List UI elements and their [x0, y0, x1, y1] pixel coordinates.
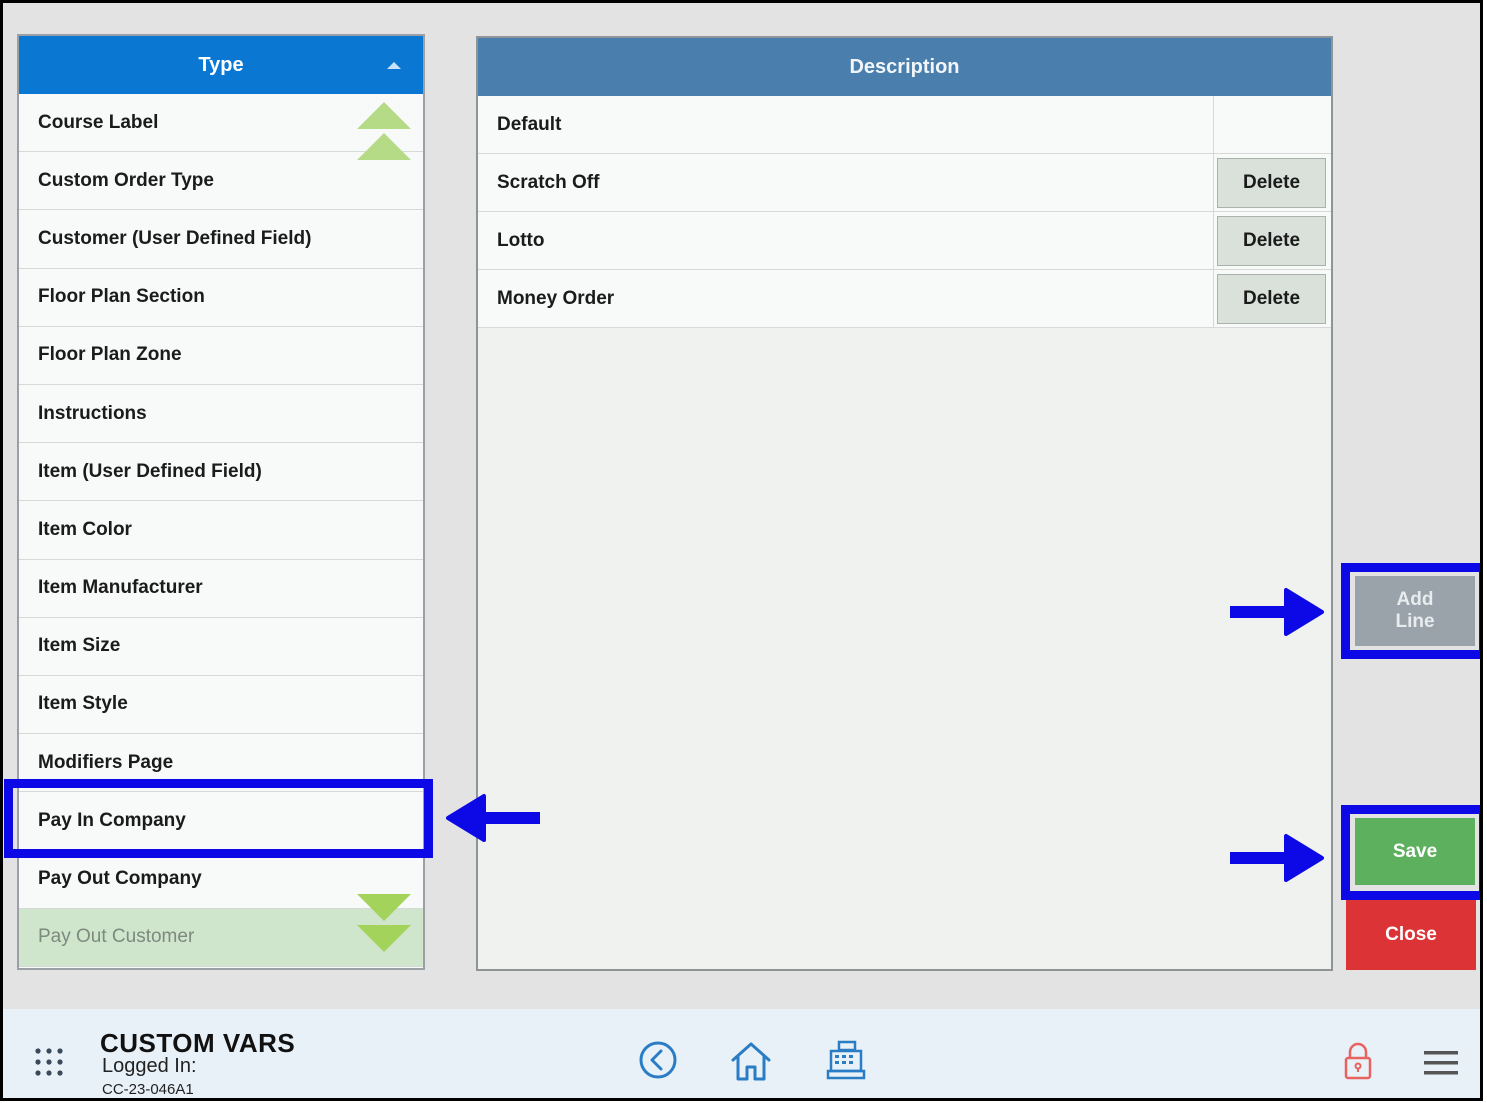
description-column-header: Description [478, 38, 1331, 96]
description-panel: Description Default Scratch Off Delete L… [476, 36, 1333, 971]
back-icon[interactable] [637, 1039, 679, 1081]
type-item-label: Customer (User Defined Field) [38, 227, 312, 249]
type-item-label: Course Label [38, 111, 159, 133]
scroll-up-icon[interactable] [357, 102, 411, 160]
type-item-item-udf[interactable]: Item (User Defined Field) [19, 443, 423, 502]
description-text[interactable]: Lotto [478, 230, 1331, 252]
highlight-add-line [1341, 563, 1480, 659]
description-text[interactable]: Scratch Off [478, 172, 1331, 194]
type-item-customer-udf[interactable]: Customer (User Defined Field) [19, 210, 423, 269]
highlight-pay-in-company [4, 779, 433, 858]
delete-button[interactable]: Delete [1217, 274, 1326, 324]
type-item-item-style[interactable]: Item Style [19, 675, 423, 735]
description-text[interactable]: Default [478, 114, 1331, 136]
cell-divider [1213, 212, 1214, 269]
type-item-item-manufacturer[interactable]: Item Manufacturer [19, 559, 423, 618]
description-header-label: Description [849, 55, 960, 78]
logged-in-label: Logged In: [102, 1055, 197, 1077]
type-item-label: Pay Out Customer [38, 926, 195, 948]
app-window: Type Course Label Custom Order Type Cust… [0, 0, 1483, 1101]
delete-button[interactable]: Delete [1217, 158, 1326, 208]
arrow-right-icon [1230, 834, 1324, 882]
type-item-label: Instructions [38, 402, 147, 424]
type-item-label: Item Manufacturer [38, 577, 203, 599]
close-button[interactable]: Close [1346, 900, 1476, 970]
scroll-up-arrow-2 [357, 133, 411, 160]
type-header-label: Type [198, 53, 244, 76]
cash-register-icon[interactable] [825, 1039, 867, 1081]
type-item-label: Item Style [38, 693, 128, 715]
type-column-header[interactable]: Type [19, 36, 423, 94]
type-item-label: Pay Out Company [38, 868, 202, 890]
type-item-label: Item Color [38, 518, 132, 540]
sort-asc-icon[interactable] [387, 62, 401, 69]
hamburger-menu-icon[interactable] [1423, 1049, 1459, 1077]
delete-button[interactable]: Delete [1217, 216, 1326, 266]
description-row[interactable]: Money Order Delete [478, 270, 1331, 328]
scroll-up-arrow-1 [357, 102, 411, 129]
cell-divider [1213, 96, 1214, 153]
scroll-down-icon[interactable] [357, 894, 411, 952]
type-item-instructions[interactable]: Instructions [19, 384, 423, 444]
grid-menu-icon[interactable] [34, 1047, 64, 1077]
lock-icon[interactable] [1343, 1041, 1373, 1081]
cell-divider [1213, 154, 1214, 211]
scroll-down-arrow-1 [357, 894, 411, 921]
bottom-bar: CUSTOM VARS Logged In: CC-23-046A1 [3, 1009, 1480, 1098]
description-text[interactable]: Money Order [478, 288, 1331, 310]
description-row[interactable]: Default [478, 96, 1331, 154]
description-row[interactable]: Scratch Off Delete [478, 154, 1331, 212]
scroll-down-arrow-2 [357, 925, 411, 952]
type-item-item-size[interactable]: Item Size [19, 617, 423, 676]
type-item-label: Item Size [38, 635, 121, 657]
cell-divider [1213, 270, 1214, 327]
home-icon[interactable] [729, 1039, 773, 1083]
arrow-left-icon [446, 794, 540, 842]
type-item-item-color[interactable]: Item Color [19, 501, 423, 560]
type-item-floor-plan-section[interactable]: Floor Plan Section [19, 268, 423, 327]
type-item-label: Floor Plan Section [38, 286, 205, 308]
station-id: CC-23-046A1 [102, 1081, 194, 1098]
type-item-label: Modifiers Page [38, 751, 174, 773]
type-item-custom-order-type[interactable]: Custom Order Type [19, 152, 423, 211]
type-item-label: Floor Plan Zone [38, 344, 182, 366]
type-item-label: Custom Order Type [38, 169, 214, 191]
type-item-label: Item (User Defined Field) [38, 460, 262, 482]
arrow-right-icon [1230, 588, 1324, 636]
type-item-floor-plan-zone[interactable]: Floor Plan Zone [19, 326, 423, 385]
description-row[interactable]: Lotto Delete [478, 212, 1331, 270]
highlight-save [1341, 805, 1480, 900]
